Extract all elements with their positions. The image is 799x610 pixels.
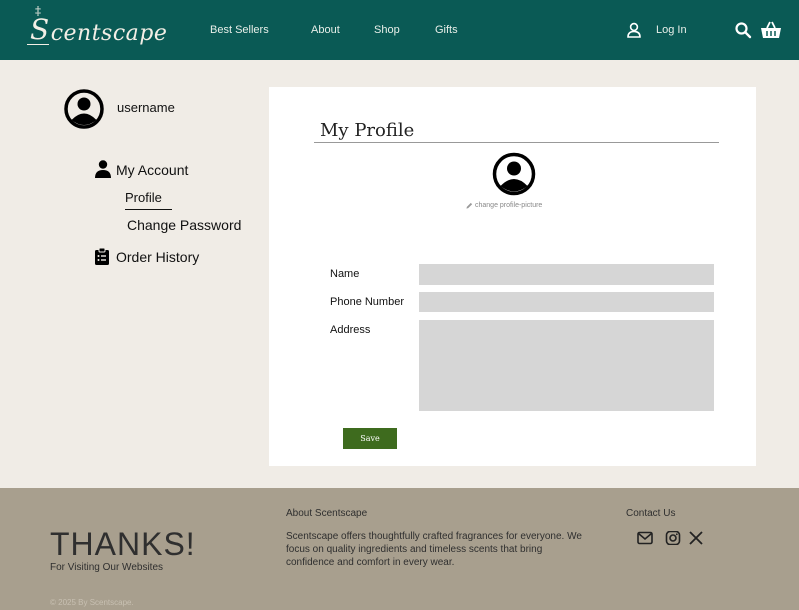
basket-icon[interactable] [760, 20, 782, 40]
sidebar-my-account[interactable]: My Account [116, 162, 188, 178]
footer-contact-heading: Contact Us [626, 508, 676, 519]
save-button[interactable]: Save [343, 428, 397, 449]
nav-best-sellers[interactable]: Best Sellers [210, 24, 269, 36]
name-label: Name [330, 268, 360, 280]
change-picture-label: change profile-picture [475, 202, 543, 209]
site-header: Scentscape Best Sellers About Shop Gifts… [0, 0, 799, 60]
clipboard-icon [95, 248, 109, 265]
footer-visiting-text: For Visiting Our Websites [50, 562, 164, 573]
search-icon[interactable] [734, 21, 752, 39]
phone-field[interactable] [419, 292, 714, 312]
sidebar-item-profile[interactable]: Profile [125, 190, 172, 210]
address-field[interactable] [419, 320, 714, 411]
sidebar-username: username [117, 100, 175, 115]
pencil-icon [466, 202, 473, 209]
name-field[interactable] [419, 264, 714, 285]
phone-label: Phone Number [330, 296, 404, 308]
footer-about-text: Scentscape offers thoughtfully crafted f… [286, 531, 582, 568]
sidebar-item-change-password[interactable]: Change Password [127, 217, 241, 233]
nav-about[interactable]: About [311, 24, 340, 36]
page-title: My Profile [320, 120, 415, 141]
user-icon[interactable] [626, 22, 642, 38]
mail-icon[interactable] [637, 531, 653, 545]
sidebar-item-order-history[interactable]: Order History [116, 249, 199, 265]
logo-text: centscape [50, 21, 168, 46]
nav-gifts[interactable]: Gifts [435, 24, 458, 36]
profile-picture-icon[interactable] [488, 152, 540, 196]
footer-about-heading: About Scentscape [286, 508, 368, 519]
person-icon [95, 160, 111, 178]
instagram-icon[interactable] [665, 531, 681, 545]
user-avatar-icon [64, 89, 104, 129]
x-icon[interactable] [688, 531, 704, 545]
footer-thanks: THANKS! [50, 526, 196, 562]
site-logo[interactable]: Scentscape [27, 4, 168, 46]
nav-shop[interactable]: Shop [374, 24, 400, 36]
address-label: Address [330, 324, 371, 336]
change-profile-picture-link[interactable]: change profile-picture [466, 202, 542, 209]
login-link[interactable]: Log In [656, 24, 687, 36]
title-divider [314, 142, 719, 143]
footer-copyright: © 2025 By Scentscape. [50, 598, 134, 607]
